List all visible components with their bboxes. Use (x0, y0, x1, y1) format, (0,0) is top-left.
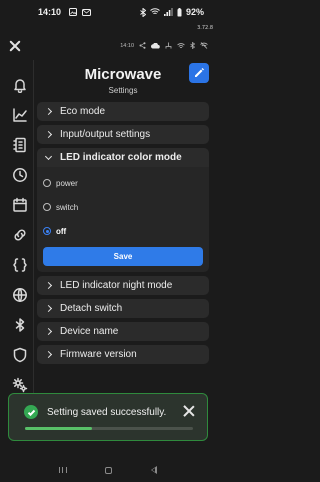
chevron-right-icon (44, 327, 53, 336)
radio-option-off[interactable]: off (43, 219, 203, 243)
save-button[interactable]: Save (43, 247, 203, 266)
radio-button[interactable] (43, 203, 51, 211)
sidebar-item-scripts[interactable] (6, 250, 34, 280)
section-detach-switch[interactable]: Detach switch (37, 299, 209, 318)
status-time: 14:10 (38, 7, 62, 17)
radio-label: switch (56, 202, 79, 212)
header-time: 14:10 (120, 42, 134, 49)
recent-apps-icon[interactable] (59, 467, 68, 473)
cloud-icon (151, 42, 160, 48)
radio-button-selected[interactable] (43, 227, 51, 235)
header-status: 14:10 (120, 42, 208, 49)
battery-level: 92% (185, 7, 204, 17)
braces-icon (13, 258, 27, 272)
close-icon[interactable] (8, 39, 22, 53)
signal-icon (163, 8, 173, 16)
app-version: 3.72.8 (197, 25, 213, 31)
pencil-icon (195, 68, 204, 77)
share-icon (139, 42, 146, 49)
wifi-icon (150, 8, 160, 15)
bluetooth-icon (15, 318, 25, 332)
sidebar-item-bluetooth[interactable] (6, 310, 34, 340)
chevron-down-icon (44, 152, 53, 160)
home-icon[interactable] (105, 466, 113, 474)
section-label: Input/output settings (60, 129, 151, 140)
section-label: Eco mode (60, 106, 106, 117)
section-device-name[interactable]: Device name (37, 322, 209, 341)
radio-option-switch[interactable]: switch (43, 195, 203, 219)
page-title: Microwave (84, 65, 162, 83)
toast-message: Setting saved successfully. (47, 407, 167, 418)
edit-button[interactable] (189, 63, 209, 83)
clock-icon (13, 168, 27, 182)
wifi-small-icon (177, 42, 185, 48)
calendar-icon (13, 197, 27, 212)
globe-icon (13, 288, 27, 302)
system-status-bar: 14:10 92% (0, 0, 216, 24)
toast-progress-fill (25, 427, 93, 430)
section-label: Firmware version (60, 349, 137, 360)
section-label: Device name (60, 326, 119, 337)
radio-label: off (56, 226, 67, 236)
app-header: 14:10 (0, 33, 216, 58)
sidebar-item-links[interactable] (6, 220, 34, 250)
chevron-right-icon (44, 350, 53, 359)
sidebar-item-timers[interactable] (6, 160, 34, 190)
section-firmware-version[interactable]: Firmware version (37, 345, 209, 364)
chevron-right-icon (44, 130, 53, 139)
section-led-color-mode[interactable]: LED indicator color mode (37, 148, 209, 167)
toast-progress-track (25, 427, 193, 430)
sidebar-item-devices[interactable] (6, 130, 34, 160)
wifi-off-icon (200, 42, 208, 49)
battery-icon (177, 7, 182, 16)
device-list-icon (13, 137, 26, 153)
sidebar-item-security[interactable] (6, 340, 34, 370)
section-led-night-mode[interactable]: LED indicator night mode (37, 276, 209, 295)
bluetooth-status-icon (140, 7, 146, 17)
sidebar (6, 60, 34, 398)
shield-icon (13, 347, 27, 363)
back-icon[interactable] (150, 466, 157, 474)
gears-icon (12, 377, 28, 393)
section-label: Detach switch (60, 303, 123, 314)
success-toast: Setting saved successfully. (8, 393, 208, 441)
sidebar-item-statistics[interactable] (6, 100, 34, 130)
sidebar-item-web[interactable] (6, 280, 34, 310)
chevron-right-icon (44, 281, 53, 290)
toast-close-icon[interactable] (183, 405, 195, 417)
section-eco-mode[interactable]: Eco mode (37, 102, 209, 121)
check-circle-icon (24, 405, 38, 419)
ethernet-icon (165, 42, 172, 49)
radio-option-power[interactable]: power (43, 171, 203, 195)
led-color-panel: power switch off Save (37, 167, 209, 272)
section-label: LED indicator night mode (60, 280, 173, 291)
section-label: LED indicator color mode (60, 152, 182, 163)
trend-chart-icon (13, 108, 27, 122)
bluetooth-small-icon (190, 42, 195, 49)
radio-label: power (56, 178, 78, 188)
mail-icon (82, 8, 92, 16)
bell-icon (14, 79, 26, 93)
gallery-icon (69, 8, 78, 16)
radio-button[interactable] (43, 179, 51, 187)
sidebar-item-schedules[interactable] (6, 190, 34, 220)
section-input-output[interactable]: Input/output settings (37, 125, 209, 144)
sidebar-item-notifications[interactable] (6, 70, 34, 100)
system-navigation-bar (0, 458, 216, 482)
settings-content: Microwave Settings Eco mode Input/output… (37, 60, 209, 364)
chevron-right-icon (44, 304, 53, 313)
link-icon (14, 229, 26, 241)
chevron-right-icon (44, 107, 53, 116)
